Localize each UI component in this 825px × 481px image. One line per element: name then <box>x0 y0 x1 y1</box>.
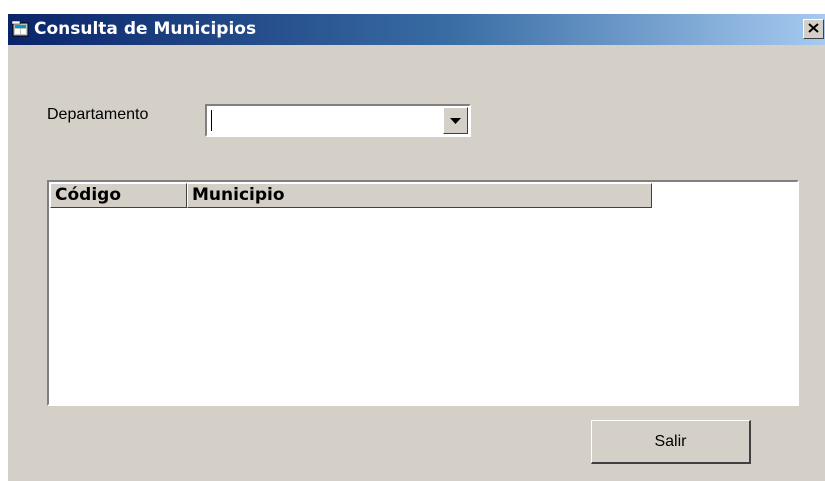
close-icon <box>808 20 819 38</box>
chevron-down-icon <box>450 112 461 130</box>
salir-button[interactable]: Salir <box>591 420 751 464</box>
departamento-combobox[interactable] <box>205 104 471 137</box>
title-bar[interactable]: Consulta de Municipios <box>8 14 825 45</box>
municipios-list[interactable]: Código Municipio <box>47 180 799 406</box>
column-header-codigo[interactable]: Código <box>50 183 187 208</box>
departamento-value[interactable] <box>211 110 432 131</box>
column-header-municipio[interactable]: Municipio <box>187 183 652 208</box>
list-header: Código Municipio <box>50 183 652 208</box>
app-icon <box>11 20 30 38</box>
dropdown-button[interactable] <box>443 107 468 134</box>
window-title: Consulta de Municipios <box>34 19 257 39</box>
window: Consulta de Municipios Departamento Códi… <box>8 14 825 481</box>
close-button[interactable] <box>803 19 824 39</box>
departamento-label: Departamento <box>47 106 149 123</box>
